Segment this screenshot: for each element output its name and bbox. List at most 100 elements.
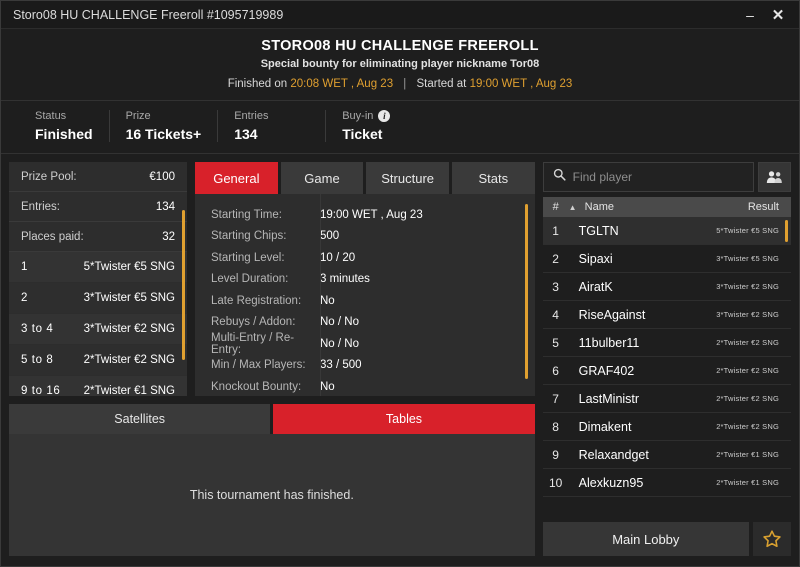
sort-ascending-icon[interactable]: ▲ (569, 203, 585, 212)
general-value: No / No (320, 316, 359, 329)
table-row[interactable]: 10 Alexkuzn95 2*Twister €1 SNG (542, 469, 791, 497)
player-rank: 9 (552, 447, 559, 462)
player-result: 2*Twister €1 SNG (716, 450, 779, 459)
tab-satellites[interactable]: Satellites (9, 404, 271, 434)
general-key: Multi-Entry / Re-Entry: (211, 331, 295, 356)
tab-tables[interactable]: Tables (273, 404, 535, 434)
entries-row-value: 134 (155, 200, 175, 213)
close-icon[interactable]: ✕ (765, 3, 791, 27)
column-header-num[interactable]: # (543, 201, 569, 213)
tab-stats[interactable]: Stats (451, 162, 535, 194)
player-name: Alexkuzn95 (578, 475, 644, 490)
general-scrollbar[interactable] (524, 204, 528, 379)
info-tab-panel: General Game Structure Stats Starting Ti… (195, 162, 535, 396)
payout-row[interactable]: 5 to 8 2*Twister €2 SNG (9, 345, 187, 376)
general-key: Rebuys / Addon: (211, 316, 296, 329)
player-list-scrollbar[interactable] (785, 220, 788, 242)
player-rank: 2 (552, 251, 559, 266)
buyin-value: Ticket (342, 126, 383, 142)
table-row[interactable]: 1 TGLTN 5*Twister €5 SNG (542, 217, 791, 245)
general-key: Late Registration: (211, 294, 302, 307)
table-row[interactable]: 6 GRAF402 2*Twister €2 SNG (542, 357, 791, 385)
prize-pool-row: Prize Pool: €100 (9, 162, 187, 192)
general-row: Late Registration: No (195, 290, 535, 312)
general-divider (320, 194, 321, 396)
status-item-buyin: Buy-in i Ticket (325, 110, 415, 142)
general-key: Min / Max Players: (211, 359, 306, 372)
player-rank: 10 (548, 475, 563, 490)
player-name: TGLTN (578, 223, 619, 238)
player-name: Sipaxi (578, 251, 613, 266)
lower-tab-bar: Satellites Tables (9, 404, 535, 434)
column-header-name[interactable]: Name (585, 201, 748, 213)
payout-prize: 5*Twister €5 SNG (83, 261, 175, 273)
general-tab-content: Starting Time: 19:00 WET , Aug 23 Starti… (195, 194, 535, 396)
table-row[interactable]: 2 Sipaxi 3*Twister €5 SNG (542, 245, 791, 273)
minimize-icon[interactable]: – (737, 3, 763, 27)
tab-game[interactable]: Game (280, 162, 364, 194)
general-key: Starting Chips: (211, 230, 287, 243)
player-name: Relaxandget (578, 447, 649, 462)
main-lobby-button[interactable]: Main Lobby (542, 522, 749, 556)
window-controls: – ✕ (737, 3, 791, 27)
prize-panel-scrollbar[interactable] (182, 210, 185, 360)
payout-rank: 2 (21, 292, 28, 304)
general-row: Starting Chips: 500 (195, 226, 535, 248)
payout-row[interactable]: 9 to 16 2*Twister €1 SNG (9, 376, 187, 396)
general-row: Starting Level: 10 / 20 (195, 247, 535, 269)
player-result: 2*Twister €2 SNG (716, 394, 779, 403)
status-strip: Status Finished Prize 16 Tickets+ Entrie… (1, 101, 799, 154)
table-row[interactable]: 5 11bulber11 2*Twister €2 SNG (542, 329, 791, 357)
payout-row[interactable]: 1 5*Twister €5 SNG (9, 252, 187, 283)
started-label: Started at (416, 78, 467, 90)
player-result: 2*Twister €1 SNG (716, 478, 779, 487)
table-row[interactable]: 4 RiseAgainst 3*Twister €2 SNG (542, 301, 791, 329)
entries-row: Entries: 134 (9, 192, 187, 222)
payout-row[interactable]: 3 to 4 3*Twister €2 SNG (9, 314, 187, 345)
tournament-header: STORO08 HU CHALLENGE FREEROLL Special bo… (1, 29, 799, 101)
general-value: 19:00 WET , Aug 23 (320, 208, 423, 221)
general-row: Starting Time: 19:00 WET , Aug 23 (195, 204, 535, 226)
table-row[interactable]: 7 LastMinistr 2*Twister €2 SNG (542, 385, 791, 413)
payout-rank: 5 to 8 (21, 354, 54, 366)
main-body: Prize Pool: €100 Entries: 134 Places pai… (1, 154, 799, 566)
tab-bar: General Game Structure Stats (195, 162, 535, 194)
general-row: Rebuys / Addon: No / No (195, 312, 535, 334)
player-rank: 8 (552, 419, 559, 434)
prize-label: Prize (125, 110, 151, 122)
star-icon[interactable] (753, 522, 791, 556)
payout-prize: 3*Twister €2 SNG (83, 323, 175, 335)
search-box[interactable]: Find player (542, 162, 754, 192)
player-rank: 3 (552, 279, 559, 294)
finished-label: Finished on (227, 78, 288, 90)
player-name: GRAF402 (578, 363, 635, 378)
player-result: 3*Twister €5 SNG (716, 254, 779, 263)
general-value: 3 minutes (320, 273, 370, 286)
player-panel-footer: Main Lobby (542, 522, 791, 556)
places-paid-label: Places paid: (21, 230, 84, 243)
table-row[interactable]: 3 AiratK 3*Twister €2 SNG (542, 273, 791, 301)
tab-structure[interactable]: Structure (366, 162, 449, 194)
table-row[interactable]: 8 Dimakent 2*Twister €2 SNG (542, 413, 791, 441)
entries-row-label: Entries: (21, 200, 60, 213)
table-row[interactable]: 9 Relaxandget 2*Twister €1 SNG (542, 441, 791, 469)
column-header-result[interactable]: Result (748, 201, 791, 213)
general-value: No / No (320, 337, 359, 350)
info-icon[interactable]: i (378, 110, 391, 122)
general-row: Min / Max Players: 33 / 500 (195, 355, 535, 377)
general-value: No (320, 380, 335, 393)
tab-general[interactable]: General (195, 162, 278, 194)
payout-rank: 3 to 4 (21, 323, 54, 335)
payout-row[interactable]: 2 3*Twister €5 SNG (9, 283, 187, 314)
player-rank: 5 (552, 335, 559, 350)
status-item-entries: Entries 134 (217, 110, 325, 142)
tables-message: This tournament has finished. (189, 488, 354, 502)
tournament-subtitle: Special bounty for eliminating player ni… (260, 58, 540, 70)
general-value: 10 / 20 (320, 251, 356, 264)
entries-label: Entries (234, 110, 269, 122)
prize-pool-panel: Prize Pool: €100 Entries: 134 Places pai… (9, 162, 187, 396)
buyin-label: Buy-in (342, 110, 374, 122)
search-input[interactable]: Find player (573, 170, 632, 184)
general-key: Starting Time: (211, 208, 282, 221)
friends-icon[interactable] (758, 162, 791, 192)
